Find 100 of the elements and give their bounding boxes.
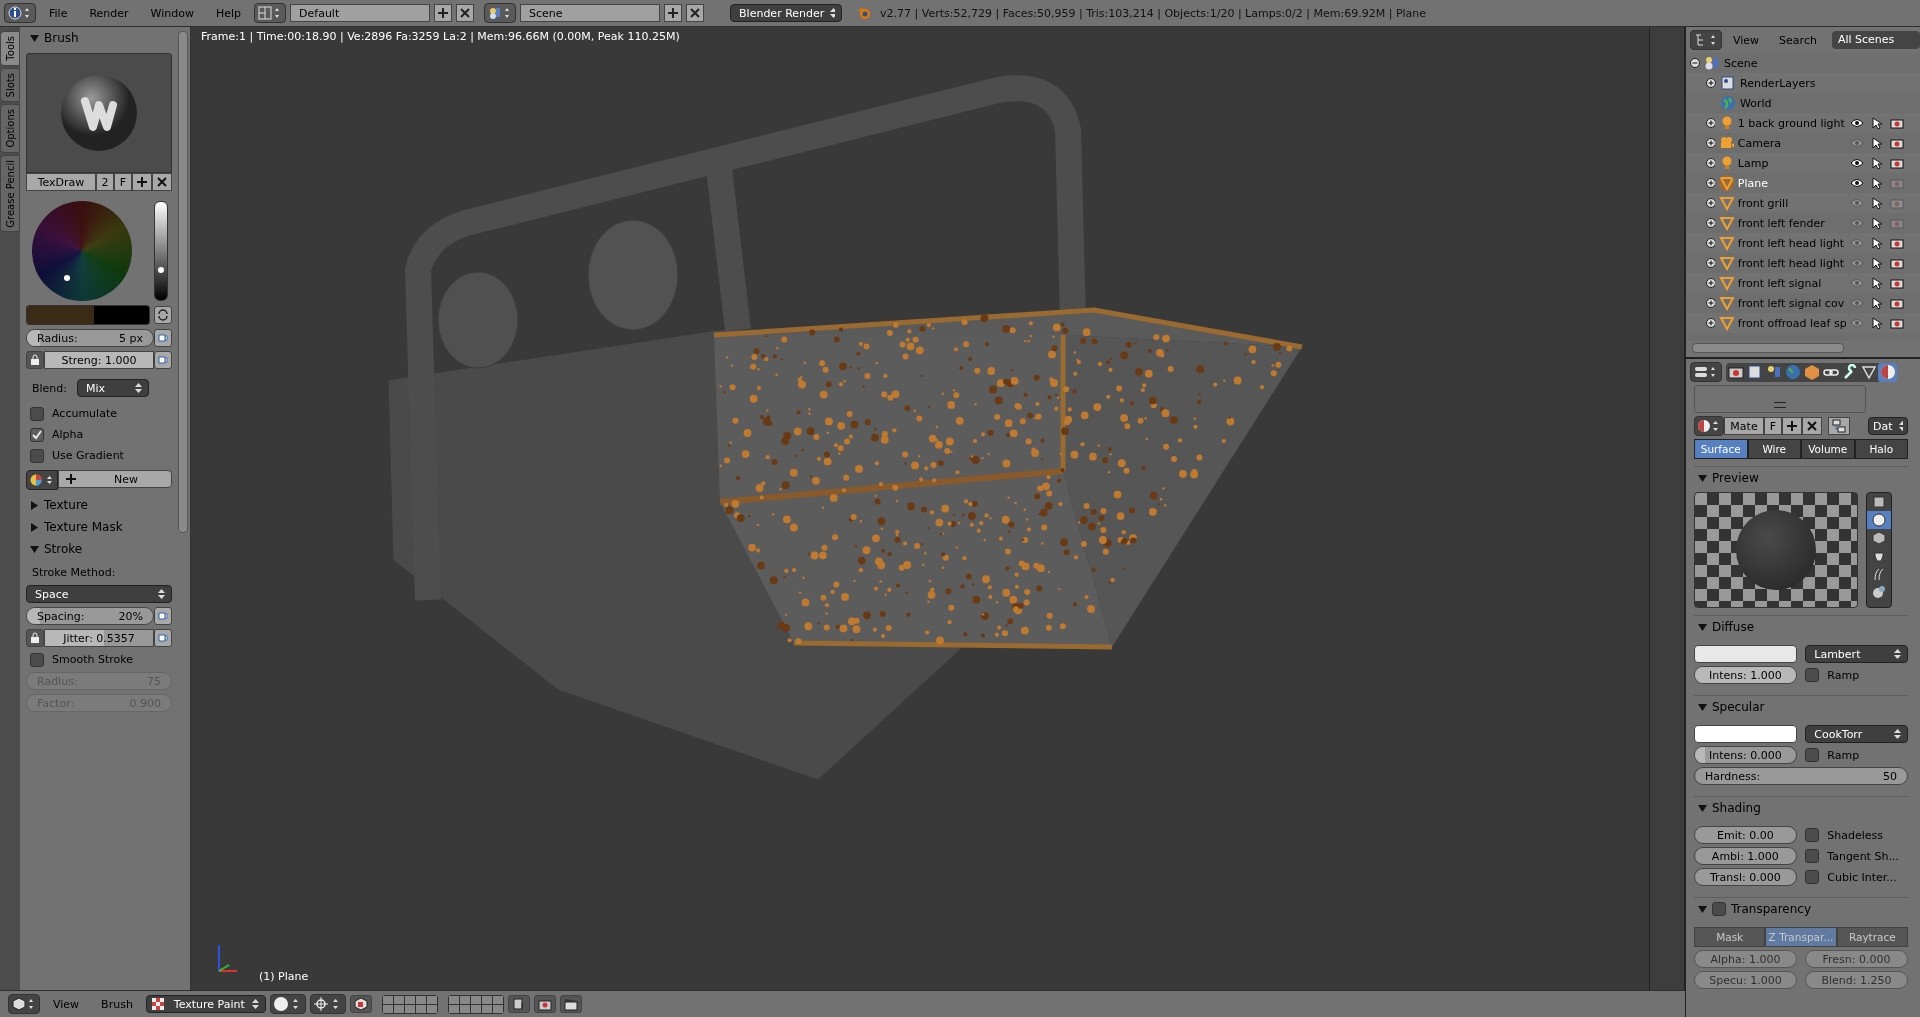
panel-header[interactable]: Brush xyxy=(26,27,172,49)
color-swatches[interactable] xyxy=(26,305,150,325)
menu-item[interactable]: Help xyxy=(206,6,251,20)
tool-shelf-tab[interactable]: Grease Pencil xyxy=(0,154,20,233)
number-field[interactable]: Emit: 0.00 xyxy=(1694,826,1797,844)
lock-layers-icon[interactable] xyxy=(507,995,530,1013)
layer-grid[interactable] xyxy=(381,994,438,1014)
pressure-icon[interactable] xyxy=(154,351,172,369)
pressure-icon[interactable] xyxy=(154,329,172,347)
jitter-slider[interactable]: Jitter: 0.5357 xyxy=(44,629,154,647)
camera-icon[interactable] xyxy=(1890,137,1904,149)
3d-view-editor-icon[interactable] xyxy=(8,994,40,1014)
collapse-icon[interactable] xyxy=(1690,58,1700,68)
spacing-slider[interactable]: Spacing: 20% xyxy=(26,607,154,625)
close-icon[interactable] xyxy=(456,4,475,22)
cursor-arrow-icon[interactable] xyxy=(1872,156,1882,170)
cursor-arrow-icon[interactable] xyxy=(1872,296,1882,310)
scrollbar-thumb[interactable] xyxy=(1692,343,1844,353)
camera-icon[interactable] xyxy=(1890,277,1904,289)
screen-layout-field[interactable]: Default xyxy=(290,4,431,22)
cursor-arrow-icon[interactable] xyxy=(1872,116,1882,130)
number-field[interactable]: Ambi: 1.000 xyxy=(1694,847,1797,865)
tool-shelf-tab[interactable]: Tools xyxy=(0,31,20,66)
camera-icon[interactable] xyxy=(1890,297,1904,309)
close-icon[interactable] xyxy=(686,4,705,22)
scene-field[interactable]: Scene xyxy=(520,4,661,22)
render-engine-dropdown[interactable]: Blender Render xyxy=(730,4,843,22)
outliner-editor-icon[interactable] xyxy=(1690,30,1722,50)
checkbox[interactable] xyxy=(1805,870,1820,884)
new-palette-button[interactable]: New xyxy=(58,470,172,488)
outliner-row[interactable]: Camera xyxy=(1686,133,1920,153)
outliner-row[interactable]: front left signal cov xyxy=(1686,293,1920,313)
material-type-tab[interactable]: Halo xyxy=(1854,439,1908,459)
fake-user-button[interactable]: F xyxy=(1764,417,1782,435)
expand-icon[interactable] xyxy=(1706,318,1716,328)
camera-icon[interactable] xyxy=(1890,157,1904,169)
pressure-icon[interactable] xyxy=(154,629,172,647)
expand-icon[interactable] xyxy=(1706,278,1716,288)
checkbox[interactable] xyxy=(1805,748,1820,762)
menu-item[interactable]: Search xyxy=(1770,33,1826,47)
menu-item[interactable]: Window xyxy=(141,6,203,20)
mode-dropdown[interactable]: Texture Paint xyxy=(145,995,266,1013)
material-type-tab[interactable]: Volume xyxy=(1801,439,1855,459)
menu-item[interactable]: Render xyxy=(80,6,138,20)
scrollbar-thumb[interactable] xyxy=(178,31,188,533)
number-field[interactable]: Fresn: 0.000 xyxy=(1805,950,1908,968)
properties-editor-icon[interactable] xyxy=(1690,362,1722,382)
expand-icon[interactable] xyxy=(1706,138,1716,148)
camera-icon[interactable] xyxy=(1890,257,1904,269)
menu-item[interactable]: File xyxy=(40,6,77,20)
add-icon[interactable] xyxy=(132,173,152,191)
intensity-slider[interactable]: Intens: 1.000 xyxy=(1694,666,1797,684)
material-type-tab[interactable]: Surface xyxy=(1694,439,1748,459)
checkbox[interactable] xyxy=(1805,849,1820,863)
checkbox[interactable] xyxy=(30,448,44,463)
outliner-row[interactable]: front offroad leaf sp xyxy=(1686,313,1920,333)
display-mode-dropdown[interactable]: All Scenes xyxy=(1831,31,1920,49)
add-icon[interactable] xyxy=(664,4,683,22)
close-icon[interactable] xyxy=(152,173,172,191)
clapperboard-icon[interactable] xyxy=(559,995,582,1013)
render-icon[interactable] xyxy=(533,995,556,1013)
object-tab-icon[interactable] xyxy=(1802,362,1821,382)
occlude-geometry-icon[interactable] xyxy=(349,995,372,1013)
layout-icon[interactable] xyxy=(254,3,287,23)
world-tab-icon[interactable] xyxy=(1783,362,1802,382)
swap-colors-icon[interactable] xyxy=(154,306,172,324)
number-field[interactable]: Alpha: 1.000 xyxy=(1694,950,1797,968)
expand-icon[interactable] xyxy=(1706,78,1716,88)
add-icon[interactable] xyxy=(434,4,453,22)
outliner-row[interactable]: Lamp xyxy=(1686,153,1920,173)
cursor-arrow-icon[interactable] xyxy=(1872,256,1882,270)
menu-item[interactable]: View xyxy=(1724,33,1769,47)
menu-item[interactable]: Brush xyxy=(92,997,142,1011)
tool-shelf-tab[interactable]: Slots xyxy=(0,67,20,102)
pivot-point-icon[interactable] xyxy=(309,994,346,1014)
camera-icon[interactable] xyxy=(1890,237,1904,249)
checkbox[interactable] xyxy=(1805,828,1820,842)
value-slider[interactable] xyxy=(154,201,168,301)
hardness-field[interactable]: Hardness: 50 xyxy=(1694,767,1908,785)
lock-icon[interactable] xyxy=(26,351,44,369)
brush-preview-icon[interactable] xyxy=(26,53,172,173)
material-name-field[interactable]: Mate xyxy=(1724,417,1764,435)
checkbox[interactable] xyxy=(1712,902,1726,916)
outliner-row[interactable]: Plane xyxy=(1686,173,1920,193)
checkbox[interactable] xyxy=(30,652,44,667)
material-browse-icon[interactable] xyxy=(1694,416,1724,436)
panel-header[interactable]: Texture Mask xyxy=(26,516,172,538)
outliner-row[interactable]: front left head light xyxy=(1686,253,1920,273)
cursor-arrow-icon[interactable] xyxy=(1872,136,1882,150)
outliner-row[interactable]: RenderLayers xyxy=(1686,73,1920,93)
fake-user-button[interactable]: F xyxy=(114,173,132,191)
outliner-row[interactable]: front grill xyxy=(1686,193,1920,213)
cursor-arrow-icon[interactable] xyxy=(1872,276,1882,290)
color-swatch[interactable] xyxy=(1694,725,1797,743)
panel-header[interactable]: Transparency xyxy=(1694,897,1908,920)
expand-icon[interactable] xyxy=(1706,178,1716,188)
blend-dropdown[interactable]: Mix xyxy=(77,379,150,397)
panel-header[interactable]: Stroke xyxy=(26,538,172,560)
color-swatch[interactable] xyxy=(1694,645,1797,663)
outliner-row[interactable]: 1 back ground light xyxy=(1686,113,1920,133)
